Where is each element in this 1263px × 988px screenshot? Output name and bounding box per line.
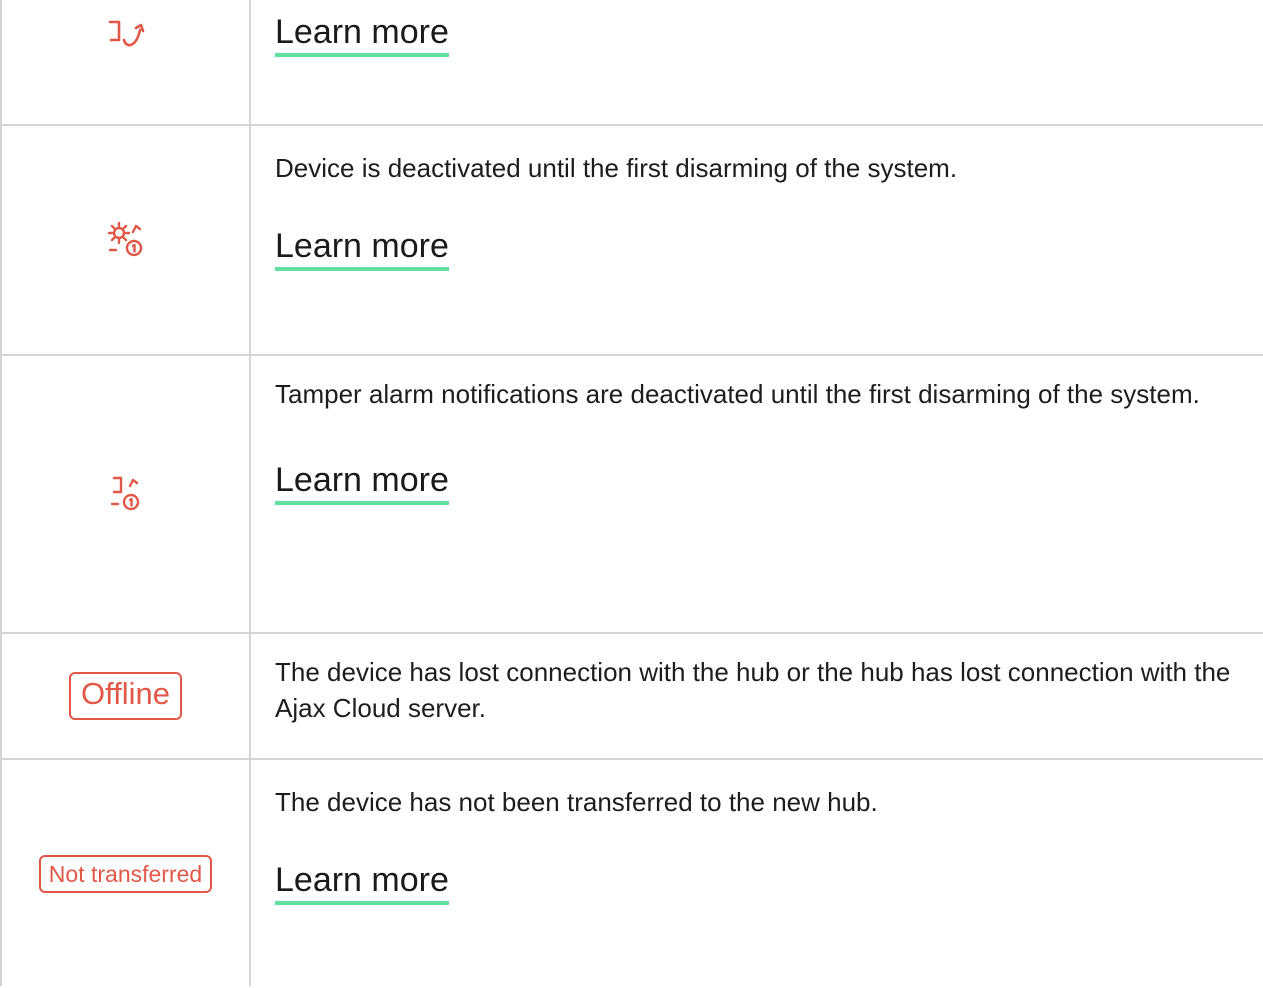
table-row: Offline The device has lost connection w… [2, 634, 1263, 760]
learn-more-link[interactable]: Learn more [275, 460, 449, 505]
table-row: Learn more [2, 0, 1263, 126]
text-cell: The device has not been transferred to t… [275, 784, 1255, 905]
icon-cell [2, 0, 249, 70]
table-row: Not transferred The device has not been … [2, 760, 1263, 986]
learn-more-link[interactable]: Learn more [275, 860, 449, 905]
tamper-deactivated-until-disarm-icon [106, 474, 146, 514]
gear-deactivated-until-disarm-icon [105, 220, 147, 260]
learn-more-link[interactable]: Learn more [275, 226, 449, 271]
text-cell: The device has lost connection with the … [275, 654, 1255, 726]
row-description: Tamper alarm notifications are deactivat… [275, 379, 1200, 409]
table-row: Tamper alarm notifications are deactivat… [2, 356, 1263, 634]
not-transferred-status-badge: Not transferred [38, 855, 213, 893]
icon-cell: Not transferred [2, 760, 249, 988]
row-description: The device has not been transferred to t… [275, 787, 878, 817]
tamper-arrow-icon [106, 18, 146, 52]
row-description: The device has lost connection with the … [275, 657, 1231, 723]
row-description: Device is deactivated until the first di… [275, 153, 958, 183]
icon-cell [2, 356, 249, 632]
text-cell: Device is deactivated until the first di… [275, 150, 1255, 271]
text-cell: Tamper alarm notifications are deactivat… [275, 376, 1255, 505]
icon-cell [2, 126, 249, 354]
offline-status-badge: Offline [68, 672, 183, 720]
text-cell: Learn more [275, 12, 1255, 57]
status-icons-table: Learn more Device is deactivated until t… [0, 0, 1263, 986]
icon-cell: Offline [2, 634, 249, 758]
table-row: Device is deactivated until the first di… [2, 126, 1263, 356]
learn-more-link[interactable]: Learn more [275, 12, 449, 57]
